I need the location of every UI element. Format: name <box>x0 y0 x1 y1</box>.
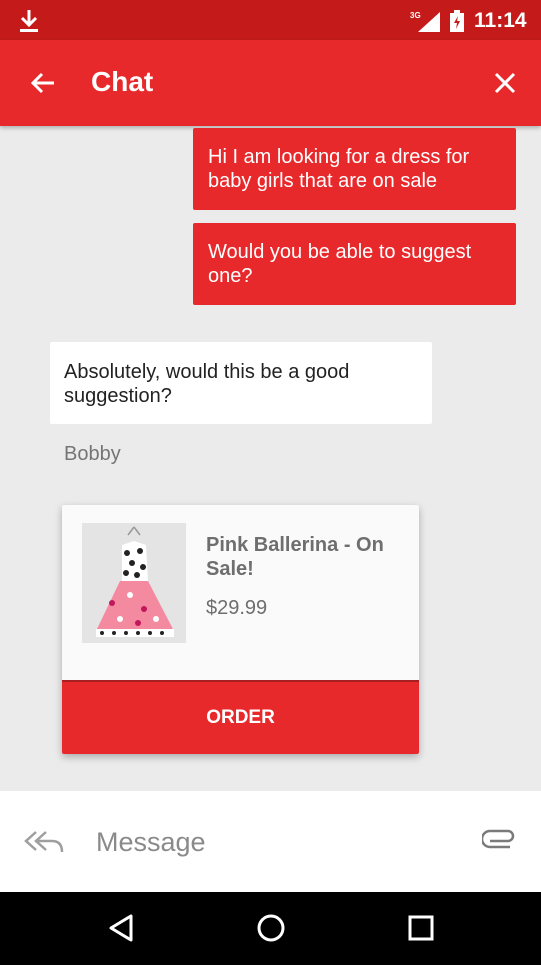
message-input[interactable]: Message <box>96 827 206 858</box>
close-icon[interactable] <box>490 68 520 98</box>
app-bar: Chat <box>0 40 541 126</box>
battery-icon <box>450 10 464 32</box>
status-bar: 3G 11:14 <box>0 0 541 40</box>
attachment-icon[interactable] <box>482 825 516 849</box>
sender-name: Bobby <box>64 443 121 465</box>
svg-text:3G: 3G <box>410 11 421 20</box>
incoming-message: Absolutely, would this be a good suggest… <box>50 342 432 424</box>
product-card[interactable]: Pink Ballerina - On Sale! $29.99 ORDER <box>62 505 419 754</box>
order-button[interactable]: ORDER <box>62 680 419 754</box>
signal-icon: 3G <box>410 11 440 32</box>
product-price: $29.99 <box>206 597 268 619</box>
nav-back-icon[interactable] <box>103 910 139 946</box>
nav-recents-icon[interactable] <box>403 910 439 946</box>
status-time: 11:14 <box>474 9 527 32</box>
outgoing-message: Hi I am looking for a dress for baby gir… <box>193 128 516 210</box>
nav-home-icon[interactable] <box>253 910 289 946</box>
reply-all-icon[interactable] <box>24 828 64 854</box>
message-composer: Message <box>0 791 541 892</box>
download-icon <box>20 10 38 32</box>
back-arrow-icon[interactable] <box>28 68 58 98</box>
outgoing-message: Would you be able to suggest one? <box>193 223 516 305</box>
system-nav-bar <box>0 892 541 965</box>
page-title: Chat <box>91 66 154 97</box>
product-image[interactable] <box>82 523 186 643</box>
product-name: Pink Ballerina - On Sale! <box>206 534 384 580</box>
